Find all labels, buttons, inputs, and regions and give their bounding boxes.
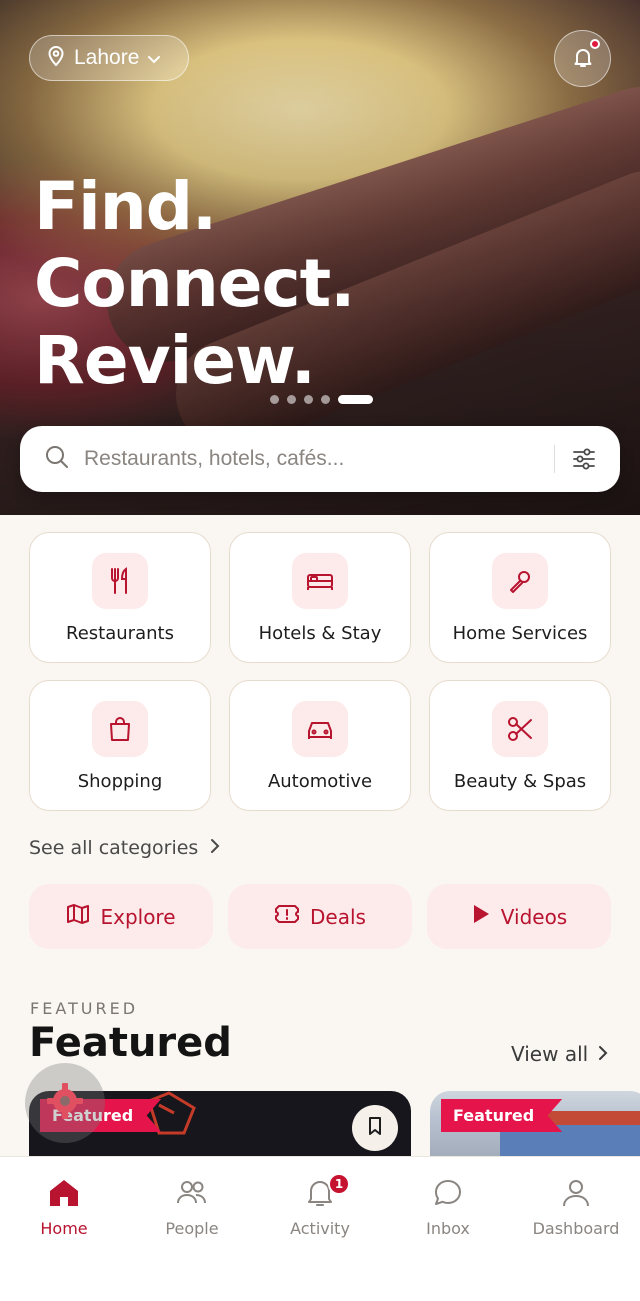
notification-dot: [590, 39, 600, 49]
gear-icon: [45, 1081, 85, 1125]
map-icon: [66, 903, 90, 930]
search-input[interactable]: Restaurants, hotels, cafés...: [84, 447, 344, 471]
bed-icon: [292, 553, 348, 609]
explore-label: Explore: [100, 904, 176, 929]
bookmark-icon: [367, 1116, 383, 1140]
activity-badge: 1: [328, 1173, 350, 1195]
videos-button[interactable]: Videos: [427, 884, 611, 949]
tab-label: Activity: [290, 1219, 350, 1238]
category-home-services[interactable]: Home Services: [429, 532, 611, 663]
user-icon: [559, 1177, 593, 1213]
tab-dashboard[interactable]: Dashboard: [512, 1177, 640, 1238]
chevron-right-icon: [598, 1042, 608, 1066]
car-icon: [292, 701, 348, 757]
tab-people[interactable]: People: [128, 1177, 256, 1238]
category-beauty-spas[interactable]: Beauty & Spas: [429, 680, 611, 811]
see-all-label: See all categories: [29, 837, 199, 859]
location-label: Lahore: [74, 46, 140, 69]
fork-knife-icon: [92, 553, 148, 609]
tab-inbox[interactable]: Inbox: [384, 1177, 512, 1238]
tab-label: Home: [40, 1219, 88, 1238]
category-label: Restaurants: [66, 623, 174, 644]
people-icon: [175, 1177, 209, 1213]
category-shopping[interactable]: Shopping: [29, 680, 211, 811]
carousel-dot[interactable]: [270, 395, 279, 404]
tab-label: Inbox: [426, 1219, 470, 1238]
bell-icon: [571, 45, 595, 73]
carousel-dot[interactable]: [321, 395, 330, 404]
tab-activity[interactable]: 1 Activity: [256, 1173, 384, 1238]
see-all-categories-link[interactable]: See all categories: [29, 837, 220, 859]
play-icon: [471, 903, 491, 930]
location-pin-icon: [46, 45, 66, 72]
search-icon: [44, 444, 70, 474]
tab-label: Dashboard: [532, 1219, 620, 1238]
shopping-bag-icon: [92, 701, 148, 757]
featured-card[interactable]: Featured: [430, 1091, 640, 1161]
videos-label: Videos: [500, 904, 568, 929]
home-icon: [47, 1177, 81, 1213]
headline-line-1: Find.: [34, 168, 217, 245]
category-label: Beauty & Spas: [453, 771, 587, 792]
featured-title: Featured: [29, 1020, 232, 1066]
category-label: Shopping: [77, 771, 163, 792]
category-restaurants[interactable]: Restaurants: [29, 532, 211, 663]
notifications-button[interactable]: [554, 30, 611, 87]
deals-button[interactable]: Deals: [228, 884, 412, 949]
category-label: Automotive: [267, 771, 373, 792]
card-image-neon-logo: [147, 1091, 196, 1135]
hero-headline: Find. Connect. Review.: [34, 168, 355, 399]
view-all-link[interactable]: View all: [511, 1042, 608, 1066]
carousel-dot[interactable]: [304, 395, 313, 404]
headline-line-3: Review.: [34, 322, 316, 399]
search-bar[interactable]: Restaurants, hotels, cafés...: [20, 426, 620, 492]
tab-label: People: [165, 1219, 219, 1238]
chat-bubble-icon: [431, 1177, 465, 1213]
bookmark-button[interactable]: [352, 1105, 398, 1151]
deals-label: Deals: [310, 904, 366, 929]
bottom-tab-bar: Home People 1 Activity Inbox Dashboard: [0, 1156, 640, 1301]
wrench-icon: [492, 553, 548, 609]
category-automotive[interactable]: Automotive: [229, 680, 411, 811]
chevron-right-icon: [210, 837, 220, 859]
filter-sliders-icon[interactable]: [571, 446, 597, 476]
location-selector[interactable]: Lahore: [29, 35, 189, 81]
carousel-dot[interactable]: [287, 395, 296, 404]
chevron-down-icon: [147, 46, 161, 70]
tab-home[interactable]: Home: [0, 1177, 128, 1238]
view-all-label: View all: [511, 1042, 589, 1066]
search-divider: [554, 445, 555, 473]
category-hotels[interactable]: Hotels & Stay: [229, 532, 411, 663]
carousel-indicator: [270, 395, 373, 404]
category-label: Home Services: [452, 623, 588, 644]
explore-button[interactable]: Explore: [29, 884, 213, 949]
featured-eyebrow: FEATURED: [30, 999, 139, 1018]
category-label: Hotels & Stay: [258, 623, 382, 644]
headline-line-2: Connect.: [34, 245, 355, 322]
carousel-dot-active[interactable]: [338, 395, 373, 404]
featured-badge: Featured: [441, 1099, 563, 1132]
settings-fab[interactable]: [25, 1063, 105, 1143]
ticket-icon: [274, 904, 300, 929]
scissors-icon: [492, 701, 548, 757]
